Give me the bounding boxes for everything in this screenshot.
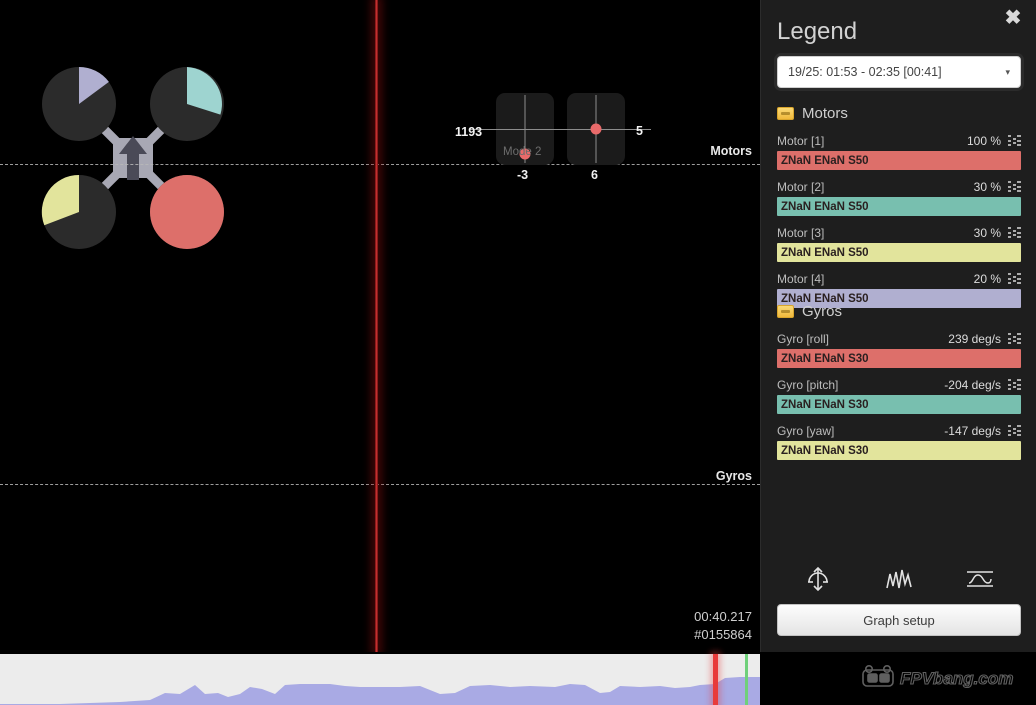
motor-fill-1 (150, 175, 224, 249)
legend-tool-row (777, 558, 1021, 600)
legend-panel: ✖ Legend 19/25: 01:53 - 02:35 [00:41] ▾ … (760, 0, 1036, 652)
legend-field-row: Gyro [yaw] -147 deg/s (777, 422, 1021, 439)
legend-field-value: 100 % (966, 133, 1001, 148)
stick-right (541, 93, 651, 165)
watermark-text: FPVbang.com (900, 669, 1013, 688)
legend-field: Motor [1] 100 % ZNaN ENaN S50 (777, 132, 1021, 170)
legend-field-row: Gyro [pitch] -204 deg/s (777, 376, 1021, 393)
legend-field-bar-text: ZNaN ENaN S30 (781, 444, 869, 457)
analyser-icon[interactable] (796, 562, 840, 596)
legend-field-bar: ZNaN ENaN S30 (777, 395, 1021, 414)
legend-field-name: Motor [3] (777, 225, 825, 240)
legend-field-bar: ZNaN ENaN S30 (777, 441, 1021, 460)
timeline-scrubber[interactable] (0, 652, 760, 705)
legend-field-name: Gyro [yaw] (777, 423, 835, 438)
field-graph-icon[interactable] (1008, 181, 1021, 192)
frame-number: #0155864 (694, 627, 752, 642)
stick-left-value-throttle: 1193 (455, 125, 483, 139)
stick-right-dot (590, 123, 602, 135)
graph-setup-button[interactable]: Graph setup (777, 604, 1021, 636)
legend-field-bar-text: ZNaN ENaN S50 (781, 154, 869, 167)
legend-field: Gyro [pitch] -204 deg/s ZNaN ENaN S30 (777, 376, 1021, 414)
gyros-axis-line (0, 484, 760, 485)
legend-group-header[interactable]: Motors (777, 100, 1021, 126)
blackbox-explorer-window: Motors Gyros 1193 -3 Mode 2 5 6 00:40.21… (0, 0, 1036, 705)
close-icon[interactable]: ✖ (1002, 8, 1024, 30)
legend-field-bar-text: ZNaN ENaN S30 (781, 352, 869, 365)
field-graph-icon[interactable] (1008, 333, 1021, 344)
timeline-cursor[interactable] (713, 654, 718, 705)
timeline-end-marker (745, 654, 748, 705)
legend-field-bar-text: ZNaN ENaN S30 (781, 398, 869, 411)
playback-position: 00:40.217 #0155864 (694, 608, 752, 644)
field-graph-icon[interactable] (1008, 425, 1021, 436)
craft-diagram (41, 66, 224, 249)
timestamp-value: 00:40.217 (694, 609, 752, 624)
legend-field-bar-text: ZNaN ENaN S50 (781, 200, 869, 213)
legend-field-list: Motor [1] 100 % ZNaN ENaN S50 Motor [2] 30 %… (777, 132, 1021, 308)
spectrum-icon[interactable] (877, 562, 921, 596)
field-graph-icon[interactable] (1008, 273, 1021, 284)
legend-field-row: Gyro [roll] 239 deg/s (777, 330, 1021, 347)
legend-field-bar-text: ZNaN ENaN S50 (781, 246, 869, 259)
log-range-select[interactable]: 19/25: 01:53 - 02:35 [00:41] ▾ (777, 56, 1021, 88)
legend-field-bar: ZNaN ENaN S30 (777, 349, 1021, 368)
legend-group-title: Gyros (802, 302, 843, 320)
legend-field-name: Gyro [pitch] (777, 377, 839, 392)
chevron-down-icon: ▾ (1005, 66, 1010, 77)
stick-left-value-yaw: -3 (517, 168, 529, 182)
legend-field-value: 239 deg/s (948, 331, 1001, 346)
legend-field: Gyro [yaw] -147 deg/s ZNaN ENaN S30 (777, 422, 1021, 460)
log-range-value: 19/25: 01:53 - 02:35 [00:41] (788, 65, 942, 79)
legend-field-value: 20 % (973, 271, 1001, 286)
legend-field-name: Motor [1] (777, 133, 825, 148)
legend-group-motors: Motors Motor [1] 100 % ZNaN ENaN S50 Motor … (777, 100, 1021, 316)
gyros-axis-label: Gyros (715, 469, 752, 483)
legend-field-row: Motor [1] 100 % (777, 132, 1021, 149)
legend-field: Gyro [roll] 239 deg/s ZNaN ENaN S30 (777, 330, 1021, 368)
legend-group-header[interactable]: Gyros (777, 298, 1021, 324)
legend-group-title: Motors (802, 104, 848, 122)
field-graph-icon[interactable] (1008, 227, 1021, 238)
folder-icon (777, 106, 794, 120)
field-graph-icon[interactable] (1008, 135, 1021, 146)
field-graph-icon[interactable] (1008, 379, 1021, 390)
timeline-activity-waveform (0, 677, 760, 705)
legend-field: Motor [2] 30 % ZNaN ENaN S50 (777, 178, 1021, 216)
legend-field-row: Motor [3] 30 % (777, 224, 1021, 241)
legend-field-name: Gyro [roll] (777, 331, 830, 346)
graph-cursor-line[interactable] (375, 0, 378, 652)
legend-field-value: -147 deg/s (944, 423, 1001, 438)
motors-axis-label: Motors (710, 144, 752, 158)
legend-field-name: Motor [4] (777, 271, 825, 286)
stick-right-value-roll: 6 (591, 168, 598, 182)
legend-field-value: -204 deg/s (944, 377, 1001, 392)
legend-field-bar: ZNaN ENaN S50 (777, 243, 1021, 262)
legend-field-row: Motor [2] 30 % (777, 178, 1021, 195)
legend-field-bar: ZNaN ENaN S50 (777, 197, 1021, 216)
legend-field-name: Motor [2] (777, 179, 825, 194)
legend-field-list: Gyro [roll] 239 deg/s ZNaN ENaN S30 Gyro [p… (777, 330, 1021, 460)
legend-field-value: 30 % (973, 179, 1001, 194)
graph-canvas[interactable]: Motors Gyros 1193 -3 Mode 2 5 6 00:40.21… (0, 0, 760, 652)
motors-axis-line (0, 164, 760, 165)
folder-icon (777, 304, 794, 318)
stick-right-value-pitch: 5 (636, 124, 643, 138)
legend-field-value: 30 % (973, 225, 1001, 240)
fpvbang-watermark: FPVbang.com (862, 664, 1014, 689)
stick-mode-label: Mode 2 (503, 146, 542, 158)
legend-field-bar: ZNaN ENaN S50 (777, 151, 1021, 170)
legend-field: Motor [3] 30 % ZNaN ENaN S50 (777, 224, 1021, 262)
legend-title: Legend (777, 18, 858, 45)
legend-field-row: Motor [4] 20 % (777, 270, 1021, 287)
watermark-bar: FPVbang.com (760, 652, 1036, 705)
legend-group-gyros: Gyros Gyro [roll] 239 deg/s ZNaN ENaN S30 G… (777, 298, 1021, 468)
waveform-box-icon[interactable] (958, 562, 1002, 596)
